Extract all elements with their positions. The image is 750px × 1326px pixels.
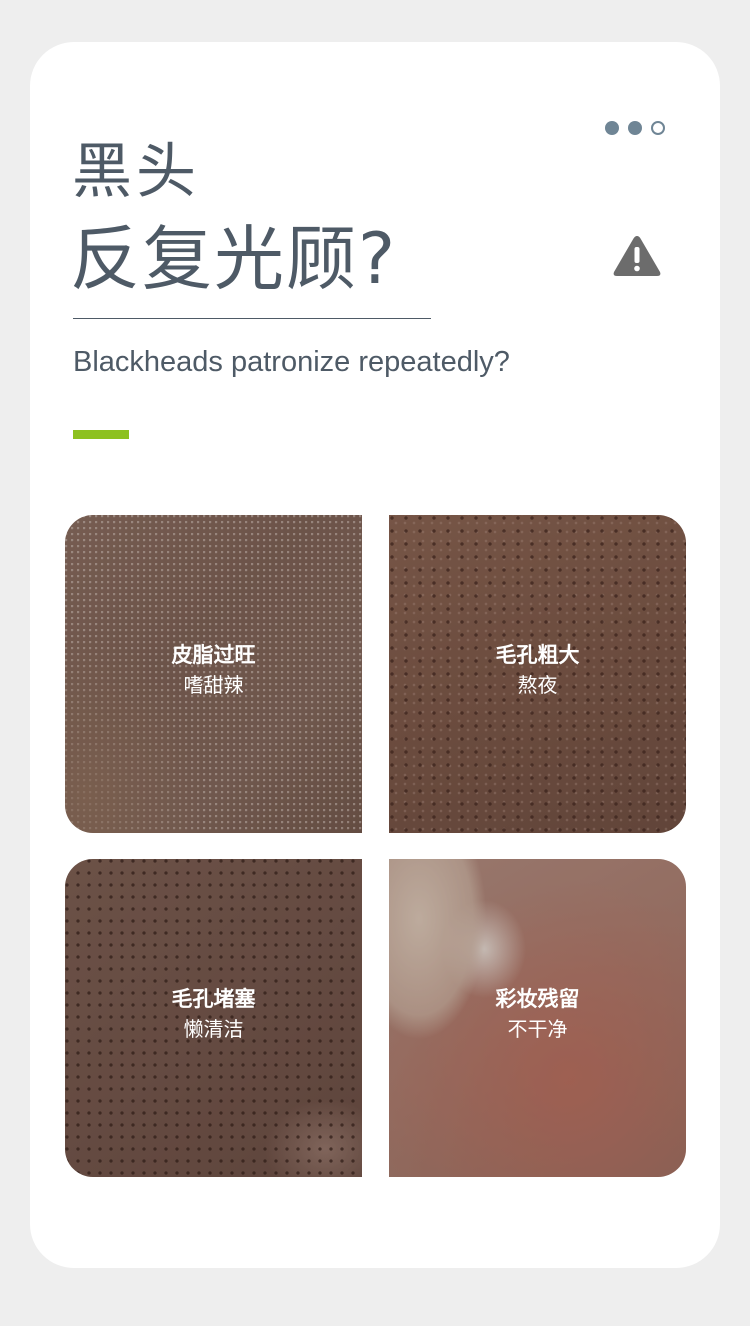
page-dot[interactable] [651, 121, 665, 135]
page-subtitle: Blackheads patronize repeatedly? [73, 346, 510, 378]
cause-tile-clogged-pores: 毛孔堵塞 懒清洁 [65, 859, 362, 1177]
title-divider [73, 318, 431, 319]
cause-tile-oily-skin: 皮脂过旺 嗜甜辣 [65, 515, 362, 833]
tile-caption: 嗜甜辣 [183, 673, 244, 697]
tile-title: 毛孔堵塞 [171, 987, 256, 1011]
cause-tile-large-pores: 毛孔粗大 熬夜 [389, 515, 686, 833]
page-dot[interactable] [628, 121, 642, 135]
tile-title: 皮脂过旺 [171, 643, 256, 667]
tile-title: 毛孔粗大 [495, 643, 580, 667]
page-title-line1: 黑头 [72, 137, 200, 207]
page-dot[interactable] [605, 121, 619, 135]
tile-title: 彩妆残留 [495, 987, 580, 1011]
page-indicator [605, 121, 665, 135]
warning-triangle-icon [613, 236, 661, 276]
page-title-line2: 反复光顾? [70, 218, 398, 300]
tile-caption: 懒清洁 [183, 1017, 244, 1041]
cause-tile-makeup-residue: 彩妆残留 不干净 [389, 859, 686, 1177]
tile-caption: 不干净 [507, 1017, 568, 1041]
tile-caption: 熬夜 [517, 673, 558, 697]
accent-bar [73, 430, 129, 439]
